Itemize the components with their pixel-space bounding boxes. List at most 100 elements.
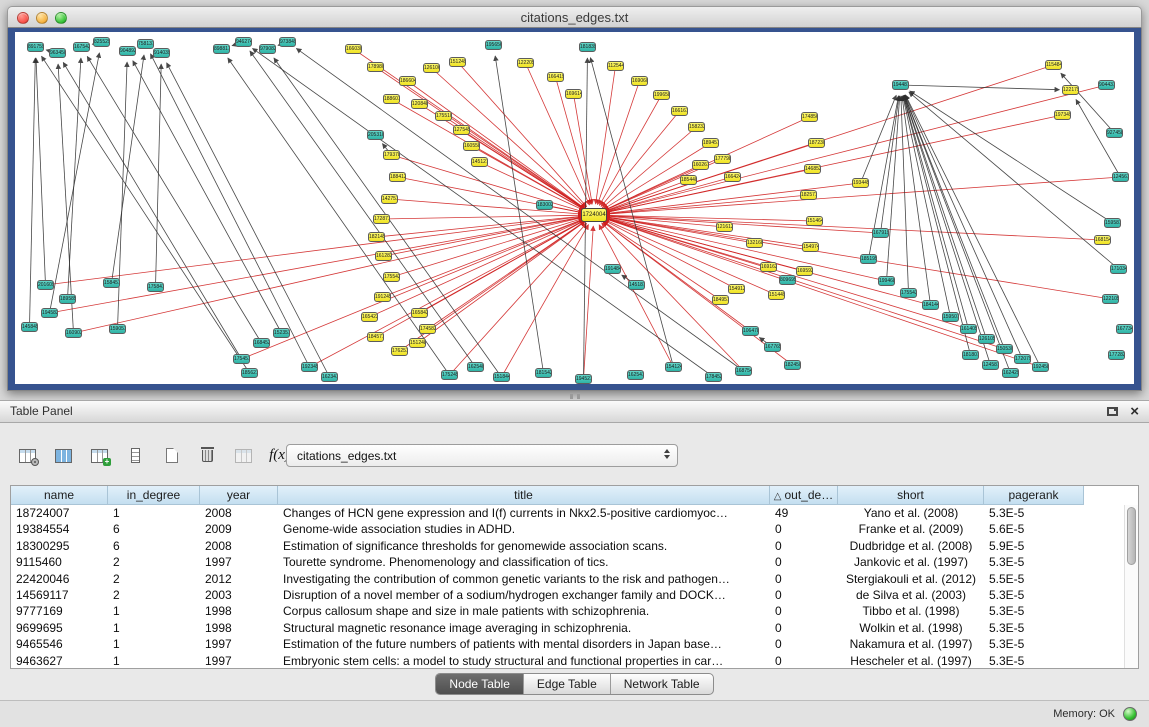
graph-node[interactable]: 12458732 [982, 360, 999, 370]
cell-pagerank[interactable]: 5.3E-5 [984, 636, 1084, 652]
row-options-button[interactable] [122, 442, 149, 469]
graph-node[interactable]: 12210518 [1102, 294, 1119, 304]
graph-edge[interactable] [604, 219, 1040, 368]
graph-node[interactable]: 17779821 [714, 154, 731, 164]
tab-network-table[interactable]: Network Table [611, 674, 713, 694]
graph-node[interactable]: 18245012 [784, 360, 801, 370]
cell-in_degree[interactable]: 2 [108, 571, 200, 587]
cell-short[interactable]: Nakamura et al. (1997) [838, 636, 984, 652]
graph-node[interactable]: 15053018 [996, 344, 1013, 354]
graph-node[interactable]: 18841245 [389, 172, 406, 182]
cell-out_degree[interactable]: 0 [770, 571, 838, 587]
graph-node[interactable]: 15958154 [1104, 218, 1121, 228]
graph-node[interactable]: 19245868 [1032, 362, 1049, 372]
float-panel-icon[interactable] [1107, 407, 1118, 416]
graph-node[interactable]: 18154211 [535, 368, 552, 378]
graph-edge[interactable] [462, 130, 585, 209]
graph-node[interactable]: 16906014 [631, 76, 648, 86]
column-header-title[interactable]: title [278, 486, 770, 505]
cell-pagerank[interactable]: 5.3E-5 [984, 653, 1084, 669]
graph-edge[interactable] [605, 217, 1111, 299]
graph-node[interactable]: 8255296 [93, 37, 110, 47]
graph-node[interactable]: 17103456 [1110, 264, 1127, 274]
graph-node[interactable]: 18457122 [367, 332, 384, 342]
cell-short[interactable]: Hescheler et al. (1997) [838, 653, 984, 669]
graph-node[interactable]: 15950713 [942, 312, 959, 322]
graph-edge[interactable] [432, 68, 586, 208]
cell-out_degree[interactable]: 0 [770, 620, 838, 636]
graph-edge[interactable] [495, 56, 543, 373]
graph-node[interactable]: 1724004 [581, 208, 607, 222]
tab-edge-table[interactable]: Edge Table [524, 674, 611, 694]
graph-node[interactable]: 16916212 [760, 262, 777, 272]
graph-node[interactable]: 14685260 [804, 164, 821, 174]
graph-node[interactable]: 9738496 [279, 37, 296, 47]
cell-name[interactable]: 9463627 [11, 653, 108, 669]
table-row[interactable]: 2242004622012Investigating the contribut… [11, 571, 1138, 587]
graph-edge[interactable] [74, 217, 584, 333]
table-row[interactable]: 1938455462009Genome-wide association stu… [11, 521, 1138, 537]
cell-name[interactable]: 9699695 [11, 620, 108, 636]
graph-node[interactable]: 18414403 [922, 300, 939, 310]
table-row[interactable]: 977716911998Corpus callosum shape and si… [11, 603, 1138, 619]
graph-node[interactable]: 17584123 [147, 282, 164, 292]
graph-node[interactable]: 17485609 [801, 112, 818, 122]
minimize-button[interactable] [36, 12, 48, 24]
cell-title[interactable]: Disruption of a novel member of a sodium… [278, 587, 770, 603]
tab-node-table[interactable]: Node Table [436, 674, 524, 694]
graph-node[interactable]: 16542311 [361, 312, 378, 322]
cell-year[interactable]: 2008 [200, 538, 278, 554]
graph-node[interactable]: 15146435 [806, 216, 823, 226]
cell-pagerank[interactable]: 5.6E-5 [984, 521, 1084, 537]
graph-node[interactable]: 16254012 [467, 362, 484, 372]
cell-name[interactable]: 9465546 [11, 636, 108, 652]
cell-out_degree[interactable]: 0 [770, 636, 838, 652]
cell-out_degree[interactable]: 0 [770, 538, 838, 554]
cell-title[interactable]: Investigating the contribution of common… [278, 571, 770, 587]
cell-in_degree[interactable]: 1 [108, 653, 200, 669]
delete-table-button[interactable] [194, 442, 221, 469]
graph-edge[interactable] [118, 62, 128, 329]
cell-name[interactable]: 9115460 [11, 554, 108, 570]
graph-node[interactable]: 16090315 [65, 328, 82, 338]
table-row[interactable]: 1830029562008Estimation of significance … [11, 538, 1138, 554]
graph-node[interactable]: 20531021 [367, 130, 384, 140]
table-row[interactable]: 911546021997Tourette syndrome. Phenomeno… [11, 554, 1138, 570]
column-header-short[interactable]: short [838, 486, 984, 505]
cell-year[interactable]: 1998 [200, 620, 278, 636]
column-header-in_degree[interactable]: in_degree [108, 486, 200, 505]
graph-node[interactable]: 14518754 [628, 280, 645, 290]
graph-node[interactable]: 18945710 [702, 138, 719, 148]
graph-node[interactable]: 16140564 [960, 324, 977, 334]
graph-node[interactable]: 16959209 [796, 266, 813, 276]
memory-status-indicator[interactable] [1123, 707, 1137, 721]
graph-edge[interactable] [30, 58, 36, 327]
graph-edge[interactable] [605, 217, 811, 247]
graph-edge[interactable] [36, 58, 46, 285]
graph-node[interactable]: 15124901 [449, 57, 466, 67]
table-mode-button[interactable] [14, 442, 41, 469]
panel-splitter[interactable] [0, 392, 1149, 400]
cell-name[interactable]: 19384554 [11, 521, 108, 537]
graph-edge[interactable] [428, 221, 585, 329]
graph-node[interactable]: 16055871 [463, 141, 480, 151]
graph-node[interactable]: 7581376 [137, 39, 154, 49]
graph-node[interactable]: 13216852 [746, 238, 763, 248]
graph-node[interactable]: 20160920 [37, 280, 54, 290]
graph-node[interactable]: 12754514 [453, 125, 470, 135]
cell-short[interactable]: Stergiakouli et al. (2012) [838, 571, 984, 587]
graph-node[interactable]: 18958512 [59, 294, 76, 304]
cell-year[interactable]: 1997 [200, 554, 278, 570]
cell-title[interactable]: Embryonic stem cells: a model to study s… [278, 653, 770, 669]
cell-year[interactable]: 2003 [200, 587, 278, 603]
graph-node[interactable]: 19448794 [892, 80, 909, 90]
cell-out_degree[interactable]: 0 [770, 554, 838, 570]
table-row[interactable]: 946554611997Estimation of the future num… [11, 636, 1138, 652]
graph-node[interactable]: 16242988 [1002, 368, 1019, 378]
cell-year[interactable]: 2012 [200, 571, 278, 587]
cell-out_degree[interactable]: 49 [770, 505, 838, 521]
graph-edge[interactable] [1076, 100, 1121, 178]
graph-node[interactable]: 8096951 [779, 275, 796, 285]
graph-node[interactable]: 17545122 [233, 354, 250, 364]
cell-title[interactable]: Estimation of the future numbers of pati… [278, 636, 770, 652]
